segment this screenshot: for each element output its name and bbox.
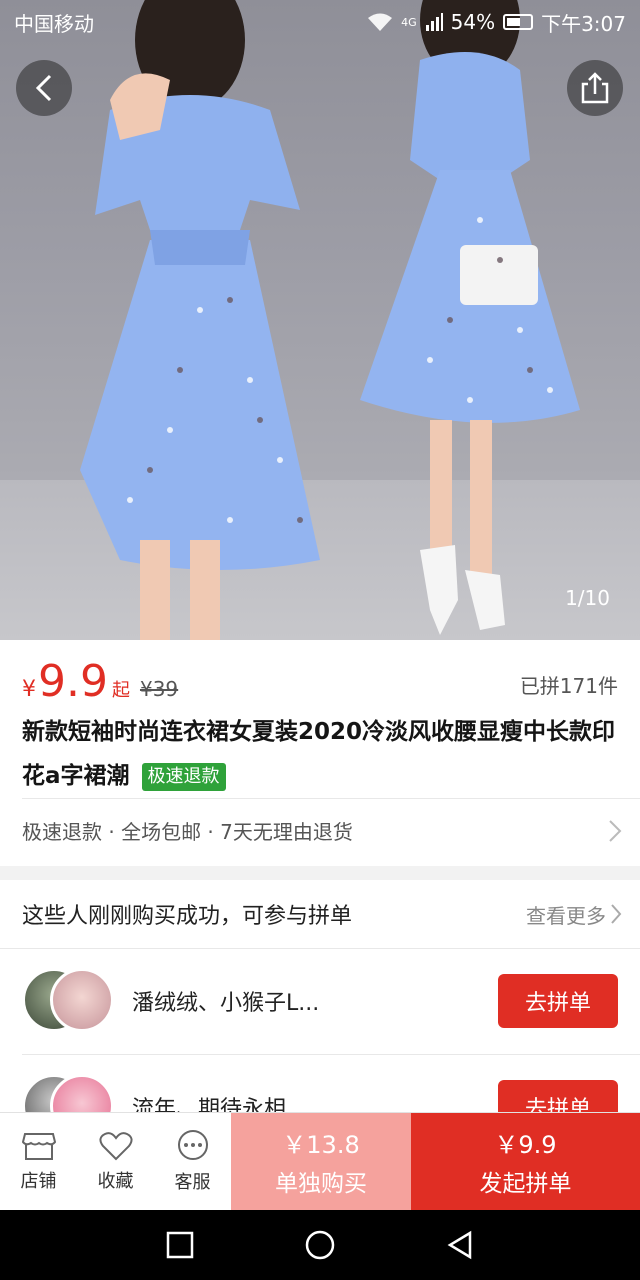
share-icon [581,72,609,104]
chat-icon [177,1129,208,1160]
battery-percent: 54% [450,10,496,34]
group-buy-section: 这些人刚刚购买成功，可参与拼单 查看更多 潘绒绒、小猴子L... 去拼单 流年、… [0,880,640,1120]
group-label: 发起拼单 [479,1171,572,1197]
chevron-right-icon [609,819,622,842]
wifi-icon [368,13,393,31]
avatar-group [22,968,118,1034]
carrier-label: 中国移动 [14,11,94,36]
product-page: 中国移动 4G 54% 下午3:07 1/10 ¥ 9.9 起 ¥39 已拼17… [0,0,640,1280]
start-group-button[interactable]: ￥9.9 发起拼单 [411,1113,640,1210]
divider [22,798,640,799]
heart-icon [98,1131,133,1160]
group-row: 流年、期待永相 去拼单 [22,1054,618,1120]
avatar [50,968,114,1032]
price-suffix: 起 [111,680,130,701]
home-icon[interactable] [304,1229,336,1261]
refund-badge: 极速退款 [141,762,226,791]
recent-apps-icon[interactable] [166,1231,194,1259]
price-value: 9.9 [38,656,108,707]
battery-icon [503,14,534,30]
product-title: 新款短袖时尚连衣裙女夏装2020冷淡风收腰显瘦中长款印花a字裙潮 极速退款 [22,710,622,798]
status-bar: 中国移动 4G 54% 下午3:07 [0,0,640,44]
product-photo [80,0,580,640]
back-nav-icon[interactable] [446,1230,474,1260]
product-info: ¥ 9.9 起 ¥39 已拼171件 新款短袖时尚连衣裙女夏装2020冷淡风收腰… [0,640,640,866]
gallery-counter: 1/10 [565,586,610,610]
sold-count: 已拼171件 [519,674,618,698]
see-more-label: 查看更多 [526,903,606,928]
solo-label: 单独购买 [275,1171,367,1197]
product-image-gallery[interactable]: 中国移动 4G 54% 下午3:07 1/10 [0,0,640,640]
service-label: 客服 [174,1171,211,1193]
group-buy-heading: 这些人刚刚购买成功，可参与拼单 [22,904,353,929]
system-navigation-bar [0,1210,640,1280]
status-right: 4G 54% 下午3:07 [367,8,626,37]
service-text: 极速退款 · 全场包邮 · 7天无理由退货 [22,820,353,844]
original-price: ¥39 [139,677,179,701]
join-group-button[interactable]: 去拼单 [498,974,618,1028]
chevron-left-icon [35,74,52,102]
customer-service-button[interactable]: 客服 [154,1113,231,1210]
see-more-link[interactable]: 查看更多 [526,900,622,929]
service-row[interactable]: 极速退款 · 全场包邮 · 7天无理由退货 [22,816,622,845]
clock: 下午3:07 [541,11,626,36]
group-price: ￥9.9 [494,1131,557,1159]
buy-alone-button[interactable]: ￥13.8 单独购买 [231,1113,411,1210]
product-title-text: 新款短袖时尚连衣裙女夏装2020冷淡风收腰显瘦中长款印花a字裙潮 [22,719,616,789]
price-row: ¥ 9.9 起 ¥39 [22,656,178,707]
store-icon [21,1132,56,1160]
group-row: 潘绒绒、小猴子L... 去拼单 [22,948,618,1054]
price-currency: ¥ [22,677,36,702]
group-buy-header: 这些人刚刚购买成功，可参与拼单 查看更多 [22,880,622,948]
favorite-label: 收藏 [97,1170,134,1192]
store-button[interactable]: 店铺 [0,1113,77,1210]
network-label: 4G [401,15,417,29]
chevron-right-icon [611,904,622,924]
group-member-names: 潘绒绒、小猴子L... [132,991,320,1016]
share-button[interactable] [567,60,623,116]
signal-icon [425,13,443,31]
store-label: 店铺 [20,1170,57,1192]
favorite-button[interactable]: 收藏 [77,1113,154,1210]
back-button[interactable] [16,60,72,116]
solo-price: ￥13.8 [282,1131,360,1159]
bottom-action-bar: 店铺 收藏 客服 ￥13.8 单独购买 ￥9.9 发起拼单 [0,1112,640,1210]
